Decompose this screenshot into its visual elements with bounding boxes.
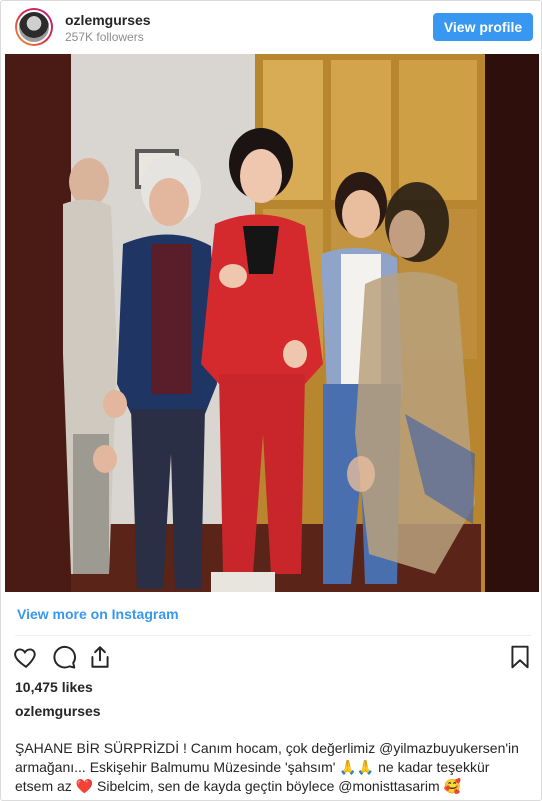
heart-icon: [14, 648, 36, 668]
comment-button[interactable]: [51, 644, 79, 672]
mention-link[interactable]: @yilmazbuyukersen: [379, 740, 505, 756]
view-profile-button[interactable]: View profile: [433, 13, 533, 41]
follower-count: 257K followers: [65, 30, 144, 44]
caption-text: ŞAHANE BİR SÜRPRİZDİ ! Canım hocam, çok …: [15, 740, 380, 756]
comment-icon: [53, 645, 76, 669]
post-photo-illustration: [5, 54, 539, 592]
action-bar: [13, 644, 531, 672]
share-button[interactable]: [87, 644, 115, 672]
bookmark-icon: [511, 645, 529, 669]
like-button[interactable]: [13, 644, 41, 672]
view-more-link[interactable]: View more on Instagram: [17, 606, 179, 622]
caption-text: 🥰: [439, 778, 461, 794]
caption-username[interactable]: ozlemgurses: [15, 703, 101, 719]
post-header: ozlemgurses 257K followers View profile: [1, 1, 541, 53]
like-count[interactable]: 10,475 likes: [15, 679, 93, 695]
mention-link[interactable]: @monisttasarim: [338, 778, 439, 794]
post-caption: ŞAHANE BİR SÜRPRİZDİ ! Canım hocam, çok …: [15, 739, 531, 796]
save-button[interactable]: [507, 644, 535, 672]
avatar[interactable]: [15, 8, 53, 46]
username[interactable]: ozlemgurses: [65, 12, 151, 28]
instagram-embed: ozlemgurses 257K followers View profile: [0, 0, 542, 801]
share-icon: [91, 646, 109, 668]
post-photo[interactable]: [5, 54, 539, 592]
avatar-image: [17, 10, 51, 44]
divider: [15, 635, 531, 636]
